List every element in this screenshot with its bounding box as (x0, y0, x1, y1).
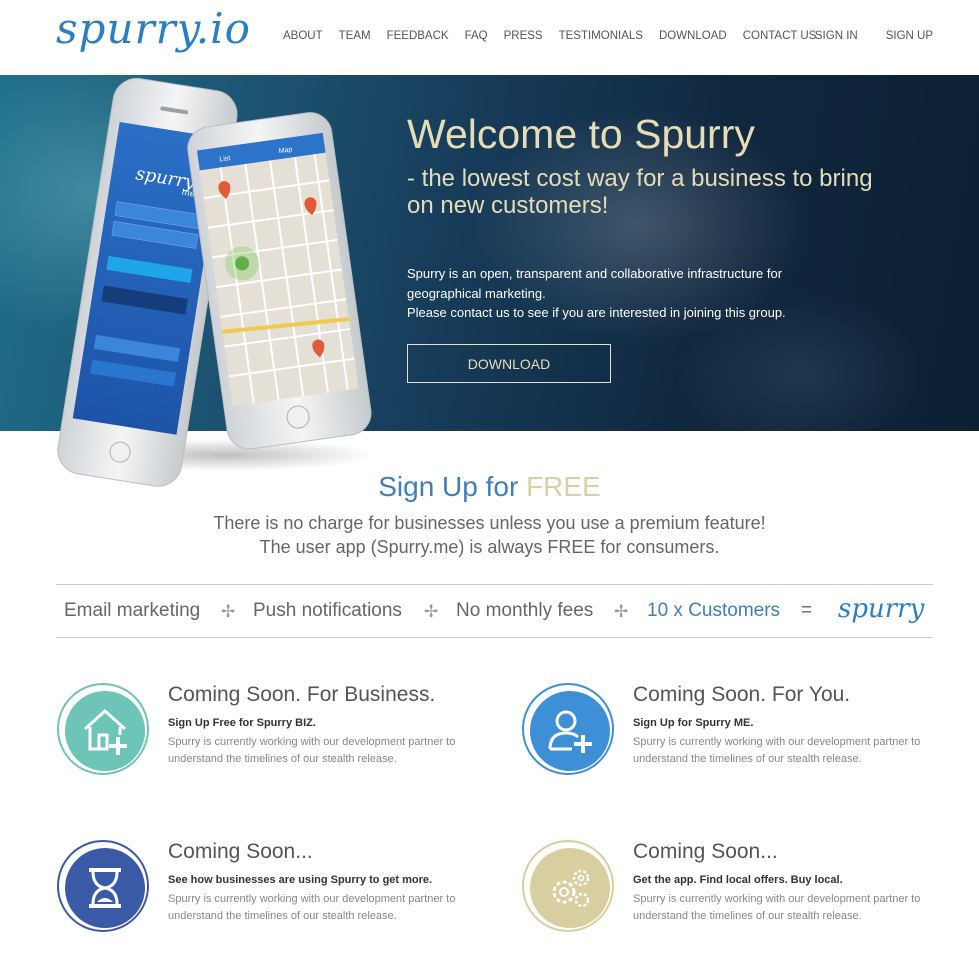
feature-business-badge[interactable] (57, 683, 149, 775)
sign-up-link[interactable]: SIGN UP (886, 30, 933, 42)
feature-you-title: Coming Soon. For You. (633, 683, 851, 706)
feature-you-signup-link[interactable]: Sign Up for Spurry ME. (633, 717, 753, 729)
plus-icon: ✢ (221, 602, 236, 621)
feature-businesses-badge[interactable] (57, 840, 149, 932)
value-formula: Email marketing ✢ Push notifications ✢ N… (56, 584, 933, 638)
signup-heading: Sign Up for FREE (0, 471, 979, 503)
feature-businesses-title: Coming Soon... (168, 840, 313, 863)
nav-team[interactable]: TEAM (339, 30, 371, 42)
nav-feedback[interactable]: FEEDBACK (387, 30, 449, 42)
feature-you: Coming Soon. For You. Sign Up for Spurry… (522, 683, 942, 783)
site-header: spurry.io ABOUT TEAM FEEDBACK FAQ PRESS … (0, 0, 979, 75)
hero-download-button[interactable]: DOWNLOAD (407, 344, 611, 383)
feature-app-badge[interactable] (522, 840, 614, 932)
feature-business-description: Spurry is currently working with our dev… (168, 736, 456, 765)
hero-description-line-2: Please contact us to see if you are inte… (407, 305, 786, 320)
nav-faq[interactable]: FAQ (465, 30, 488, 42)
auth-links: SIGN IN SIGN UP (787, 30, 933, 42)
signup-description: There is no charge for businesses unless… (0, 511, 979, 559)
signup-heading-free: FREE (526, 471, 601, 502)
formula-push-notifications: Push notifications (253, 600, 402, 621)
house-plus-icon (65, 691, 145, 771)
user-plus-icon (530, 691, 610, 771)
signup-line-1: There is no charge for businesses unless… (213, 513, 766, 533)
site-logo[interactable]: spurry.io (56, 4, 251, 53)
gears-icon (530, 848, 610, 928)
feature-app-description: Spurry is currently working with our dev… (633, 893, 921, 922)
nav-testimonials[interactable]: TESTIMONIALS (559, 30, 643, 42)
signup-line-2: The user app (Spurry.me) is always FREE … (259, 537, 720, 557)
plus-icon: ✢ (424, 602, 439, 621)
feature-you-badge[interactable] (522, 683, 614, 775)
signup-heading-prefix: Sign Up for (378, 471, 527, 502)
nav-about[interactable]: ABOUT (283, 30, 323, 42)
feature-app-link[interactable]: Get the app. Find local offers. Buy loca… (633, 874, 843, 886)
hero-title: Welcome to Spurry (407, 111, 755, 157)
plus-icon: ✢ (614, 602, 629, 621)
feature-app-title: Coming Soon... (633, 840, 778, 863)
hourglass-icon (65, 848, 145, 928)
hero-description: Spurry is an open, transparent and colla… (407, 264, 857, 323)
feature-businesses-description: Spurry is currently working with our dev… (168, 893, 456, 922)
hero-description-line-1: Spurry is an open, transparent and colla… (407, 266, 783, 301)
formula-email-marketing: Email marketing (64, 600, 201, 621)
feature-businesses: Coming Soon... See how businesses are us… (57, 840, 477, 940)
feature-business: Coming Soon. For Business. Sign Up Free … (57, 683, 477, 783)
formula-10x-customers: 10 x Customers (647, 600, 781, 621)
feature-business-title: Coming Soon. For Business. (168, 683, 436, 706)
equals-icon: = (801, 600, 813, 621)
feature-app: Coming Soon... Get the app. Find local o… (522, 840, 942, 940)
feature-businesses-link[interactable]: See how businesses are using Spurry to g… (168, 874, 432, 886)
hero-subtitle: - the lowest cost way for a business to … (407, 165, 873, 219)
nav-download[interactable]: DOWNLOAD (659, 30, 727, 42)
sign-in-link[interactable]: SIGN IN (815, 30, 858, 42)
main-nav: ABOUT TEAM FEEDBACK FAQ PRESS TESTIMONIA… (283, 30, 832, 42)
formula-no-monthly-fees: No monthly fees (456, 600, 594, 621)
feature-business-signup-link[interactable]: Sign Up Free for Spurry BIZ. (168, 717, 316, 729)
nav-press[interactable]: PRESS (504, 30, 543, 42)
feature-you-description: Spurry is currently working with our dev… (633, 736, 921, 765)
phones-illustration: spurry me List Map (57, 77, 375, 487)
formula-spurry-logo: spurry (838, 594, 925, 624)
